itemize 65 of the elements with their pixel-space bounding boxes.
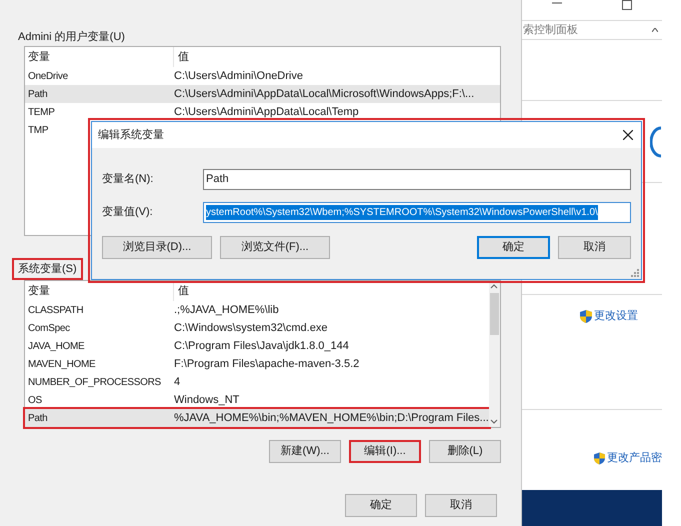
button[interactable]: 浏览目录(D)... <box>102 236 212 259</box>
list-row[interactable]: JAVA_HOME C:\Program Files\Java\jdk1.8.0_144 <box>25 337 489 355</box>
table-cell-text: OS <box>28 394 42 408</box>
table-cell-text: MAVEN_HOME <box>28 358 96 372</box>
table-cell-text: Path <box>28 412 48 426</box>
field-label: 变量名(N): <box>102 172 154 188</box>
input-field[interactable]: ystemRoot%\System32\Wbem;%SYSTEMROOT%\System32\WindowsPowerShell\v1.0\ <box>203 202 631 223</box>
group-label: 系统变量(S) <box>12 258 83 280</box>
table-cell-text: C:\Program Files\Java\jdk1.8.0_144 <box>174 338 349 354</box>
resize-grip-icon[interactable] <box>631 269 639 277</box>
table-cell-text: %JAVA_HOME%\bin;%MAVEN_HOME%\bin;D:\Program Files... <box>174 410 489 426</box>
button[interactable]: 浏览文件(F)... <box>220 236 330 259</box>
button[interactable]: 删除(L) <box>429 440 501 463</box>
list-row[interactable]: TEMP C:\Users\Admini\AppData\Local\Temp <box>25 103 500 121</box>
maximize-icon[interactable] <box>622 0 632 10</box>
table-cell-text: F:\Program Files\apache-maven-3.5.2 <box>174 356 360 372</box>
column-header[interactable]: 值 <box>174 281 489 301</box>
table-cell-text: C:\Users\Admini\AppData\Local\Microsoft\WindowsApps;F:\... <box>174 86 474 102</box>
column-header[interactable]: 变量 <box>25 47 174 67</box>
table-cell-text: OneDrive <box>28 70 68 84</box>
list-row[interactable]: ComSpec C:\Windows\system32\cmd.exe <box>25 319 489 337</box>
close-icon[interactable] <box>623 130 633 140</box>
scroll-thumb[interactable] <box>490 293 499 335</box>
minimize-icon[interactable] <box>552 0 562 6</box>
scroll-down-icon[interactable] <box>490 419 498 424</box>
table-cell-text: Windows_NT <box>174 392 240 408</box>
dialog-title: 编辑系统变量 <box>98 128 164 143</box>
shield-icon <box>594 452 605 464</box>
link[interactable]: 更改产品密 <box>607 450 662 466</box>
list-row[interactable]: OneDrive C:\Users\Admini\OneDrive <box>25 67 500 85</box>
list-row[interactable]: CLASSPATH .;%JAVA_HOME%\lib <box>25 301 489 319</box>
shield-icon <box>580 310 592 322</box>
logo-fragment-icon <box>650 126 662 158</box>
list-row[interactable]: Path C:\Users\Admini\AppData\Local\Microsoft\WindowsApps;F:\... <box>25 85 500 103</box>
column-header[interactable]: 值 <box>174 47 500 67</box>
caret-icon <box>652 28 658 32</box>
table-cell-text: 4 <box>174 374 180 390</box>
input-field[interactable]: Path <box>203 169 631 190</box>
table-cell-text: TEMP <box>28 106 55 120</box>
table-cell-text: CLASSPATH <box>28 304 84 318</box>
button[interactable]: 取消 <box>425 494 497 517</box>
list-row[interactable]: NUMBER_OF_PROCESSORS 4 <box>25 373 489 391</box>
table-cell-text: NUMBER_OF_PROCESSORS <box>28 376 161 390</box>
table-cell-text: JAVA_HOME <box>28 340 84 354</box>
group-label: Admini 的用户变量(U) <box>18 31 125 43</box>
table-cell-text: ComSpec <box>28 322 70 336</box>
list-row[interactable]: MAVEN_HOME F:\Program Files\apache-maven-3.5.2 <box>25 355 489 373</box>
table-cell-text: .;%JAVA_HOME%\lib <box>174 302 279 318</box>
search-field[interactable]: 索控制面板 <box>522 20 662 40</box>
scrollbar[interactable] <box>488 281 500 427</box>
button[interactable]: 确定 <box>477 236 550 259</box>
link[interactable]: 更改设置 <box>594 308 638 324</box>
button[interactable]: 新建(W)... <box>269 440 341 463</box>
column-header[interactable]: 变量 <box>25 281 174 301</box>
button[interactable]: 编辑(I)... <box>349 440 421 463</box>
field-label: 变量值(V): <box>102 204 154 220</box>
table-cell-text: C:\Windows\system32\cmd.exe <box>174 320 328 336</box>
table-cell-text: Path <box>28 88 48 102</box>
table-cell-text: C:\Users\Admini\OneDrive <box>174 68 303 84</box>
list-row[interactable]: OS Windows_NT <box>25 391 489 409</box>
button[interactable]: 取消 <box>558 236 631 259</box>
scroll-up-icon[interactable] <box>490 284 498 289</box>
button[interactable]: 确定 <box>345 494 417 517</box>
table-cell-text: C:\Users\Admini\AppData\Local\Temp <box>174 104 359 120</box>
list-row[interactable]: Path %JAVA_HOME%\bin;%MAVEN_HOME%\bin;D:\Program Files... <box>25 409 489 427</box>
